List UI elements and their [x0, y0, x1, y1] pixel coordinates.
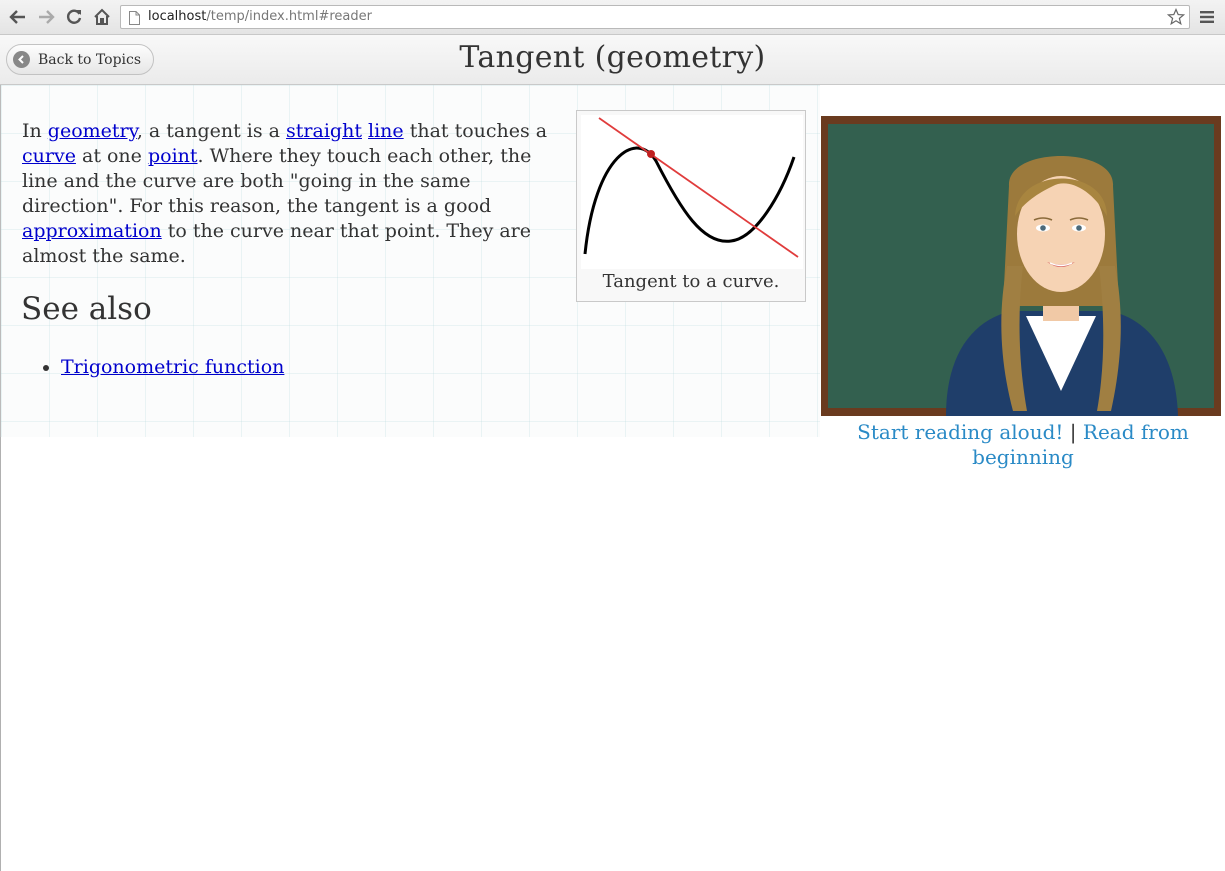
url-text: localhost/temp/index.html#reader [148, 9, 372, 24]
link-point[interactable]: point [148, 145, 198, 167]
link-line[interactable]: line [368, 120, 404, 142]
figure-box: Tangent to a curve. [576, 110, 806, 302]
diagram-background [581, 115, 803, 269]
see-also-heading: See also [21, 291, 152, 327]
link-trigonometric-function[interactable]: Trigonometric function [61, 356, 284, 378]
reader-separator: | [1069, 420, 1077, 444]
link-geometry[interactable]: geometry [48, 120, 137, 142]
text-span: In [22, 120, 48, 142]
figure-caption: Tangent to a curve. [602, 271, 780, 292]
see-also-list: Trigonometric function [21, 354, 284, 380]
back-arrow-icon[interactable] [7, 6, 29, 28]
tangent-point [647, 150, 655, 158]
text-span: , a tangent is a [136, 120, 287, 142]
page-title: Tangent (geometry) [459, 40, 766, 75]
home-icon[interactable] [91, 6, 113, 28]
reader-avatar [821, 116, 1221, 416]
right-iris [1076, 225, 1082, 231]
link-curve[interactable]: curve [22, 145, 76, 167]
tangent-diagram [581, 115, 803, 269]
forward-arrow-icon[interactable] [35, 6, 57, 28]
left-iris [1040, 225, 1046, 231]
reader-controls: Start reading aloud! | Read from beginni… [822, 420, 1224, 470]
hamburger-menu-icon[interactable] [1199, 9, 1215, 28]
link-straight[interactable]: straight [286, 120, 362, 142]
bookmark-star-icon[interactable] [1166, 7, 1186, 30]
start-reading-aloud-link[interactable]: Start reading aloud! [857, 420, 1063, 444]
address-bar[interactable]: localhost/temp/index.html#reader [120, 5, 1190, 29]
avatar-illustration [821, 116, 1221, 416]
link-approximation[interactable]: approximation [22, 220, 162, 242]
text-span: that touches a [403, 120, 548, 142]
divider [0, 437, 1, 871]
list-item: Trigonometric function [61, 354, 284, 380]
browser-toolbar: localhost/temp/index.html#reader [0, 0, 1225, 35]
app-header: Back to Topics Tangent (geometry) [0, 35, 1225, 85]
page-icon [129, 10, 140, 29]
article-paragraph: In geometry, a tangent is a straight lin… [22, 119, 552, 269]
text-span: at one [75, 145, 148, 167]
reload-icon[interactable] [63, 6, 85, 28]
